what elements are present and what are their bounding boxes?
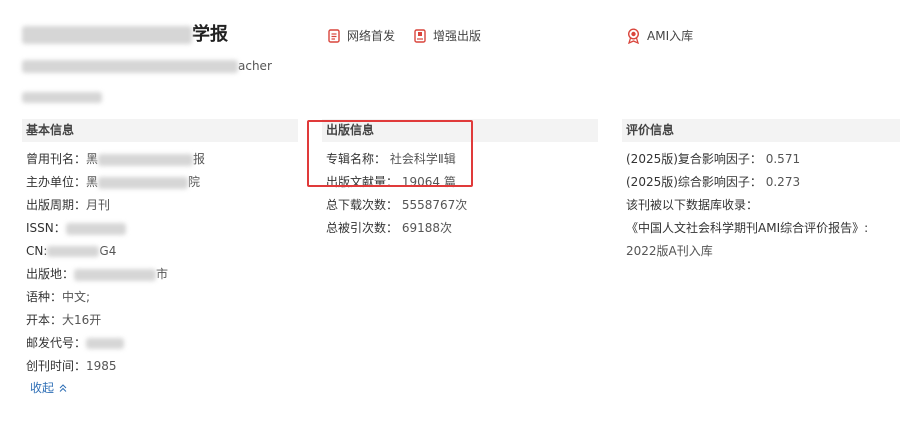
- journal-subline: [22, 88, 102, 104]
- award-ribbon-icon: [626, 28, 641, 44]
- collapse-label: 收起: [30, 381, 55, 395]
- issn-row: ISSN：: [26, 219, 126, 237]
- basic-info-header: 基本信息: [22, 119, 298, 142]
- comprehensive-factor-row: (2025版)综合影响因子： 0.273: [626, 173, 800, 191]
- sponsor-row: 主办单位：黑 院: [26, 173, 200, 191]
- journal-english-title: acher: [22, 57, 272, 75]
- highlight-box: [307, 120, 473, 187]
- redacted-sponsor: [98, 176, 189, 189]
- redacted-subtitle: [22, 60, 238, 73]
- cn-row: CN: G4: [26, 242, 116, 260]
- sponsor-label: 主办单位：: [26, 175, 87, 189]
- comprehensive-factor-label: (2025版)综合影响因子：: [626, 175, 762, 189]
- issn-label: ISSN：: [26, 221, 66, 235]
- language-label: 语种：: [26, 290, 63, 304]
- place-row: 出版地： 市: [26, 265, 168, 283]
- place-end: 市: [156, 267, 169, 281]
- redacted-title: [22, 26, 192, 44]
- redacted-issn: [65, 222, 126, 235]
- ami-report: 《中国人文社会科学期刊AMI综合评价报告》:: [626, 221, 869, 235]
- online-first-link[interactable]: 网络首发: [327, 27, 395, 45]
- evaluation-header: 评价信息: [622, 119, 900, 142]
- ami-label: AMI入库: [647, 29, 694, 43]
- period-row: 出版周期：月刊: [26, 196, 110, 214]
- composite-factor-value: 0.571: [765, 152, 801, 166]
- former-name-end: 报: [193, 152, 206, 166]
- collapse-button[interactable]: 收起: [30, 379, 68, 396]
- downloads-label: 总下载次数：: [326, 198, 399, 212]
- cn-end: G4: [99, 244, 117, 258]
- database-label: 该刊被以下数据库收录：: [626, 198, 759, 212]
- citations-label: 总被引次数：: [326, 221, 399, 235]
- format-label: 开本：: [26, 313, 63, 327]
- enhanced-publish-link[interactable]: 增强出版: [413, 27, 481, 45]
- former-name-visible: 黑: [86, 152, 99, 166]
- downloads-row: 总下载次数： 5558767次: [326, 196, 467, 214]
- journal-title: 学报: [22, 22, 228, 48]
- postal-row: 邮发代号：: [26, 334, 125, 352]
- enhanced-publish-label: 增强出版: [433, 29, 482, 43]
- period-label: 出版周期：: [26, 198, 87, 212]
- redacted-cn: [47, 246, 100, 257]
- postal-label: 邮发代号：: [26, 336, 87, 350]
- citations-value: 69188次: [401, 221, 453, 235]
- founded-row: 创刊时间：1985: [26, 357, 117, 375]
- language-row: 语种：中文;: [26, 288, 90, 306]
- founded-label: 创刊时间：: [26, 359, 87, 373]
- language-value: 中文;: [62, 290, 91, 304]
- sponsor-end: 院: [188, 175, 201, 189]
- redacted-former-name: [98, 153, 194, 166]
- format-value: 大16开: [62, 313, 102, 327]
- comprehensive-factor-value: 0.273: [765, 175, 801, 189]
- citations-row: 总被引次数： 69188次: [326, 219, 452, 237]
- ami-link[interactable]: AMI入库: [626, 27, 693, 45]
- composite-factor-label: (2025版)复合影响因子：: [626, 152, 762, 166]
- place-label: 出版地：: [26, 267, 75, 281]
- book-icon: [413, 29, 427, 43]
- double-chevron-up-icon: [54, 381, 68, 395]
- format-row: 开本：大16开: [26, 311, 101, 329]
- downloads-value: 5558767次: [401, 198, 468, 212]
- redacted-subline: [22, 92, 102, 103]
- online-first-label: 网络首发: [347, 29, 396, 43]
- document-icon: [327, 29, 341, 43]
- cn-label: CN:: [26, 244, 48, 258]
- composite-factor-row: (2025版)复合影响因子： 0.571: [626, 150, 800, 168]
- founded-value: 1985: [86, 359, 117, 373]
- former-name-label: 曾用刊名：: [26, 152, 87, 166]
- former-name-row: 曾用刊名：黑 报: [26, 150, 205, 168]
- redacted-place: [74, 268, 157, 281]
- ami-level: 2022版A刊入库: [626, 244, 713, 258]
- redacted-postal: [86, 338, 125, 349]
- sponsor-visible: 黑: [86, 175, 99, 189]
- period-value: 月刊: [86, 198, 111, 212]
